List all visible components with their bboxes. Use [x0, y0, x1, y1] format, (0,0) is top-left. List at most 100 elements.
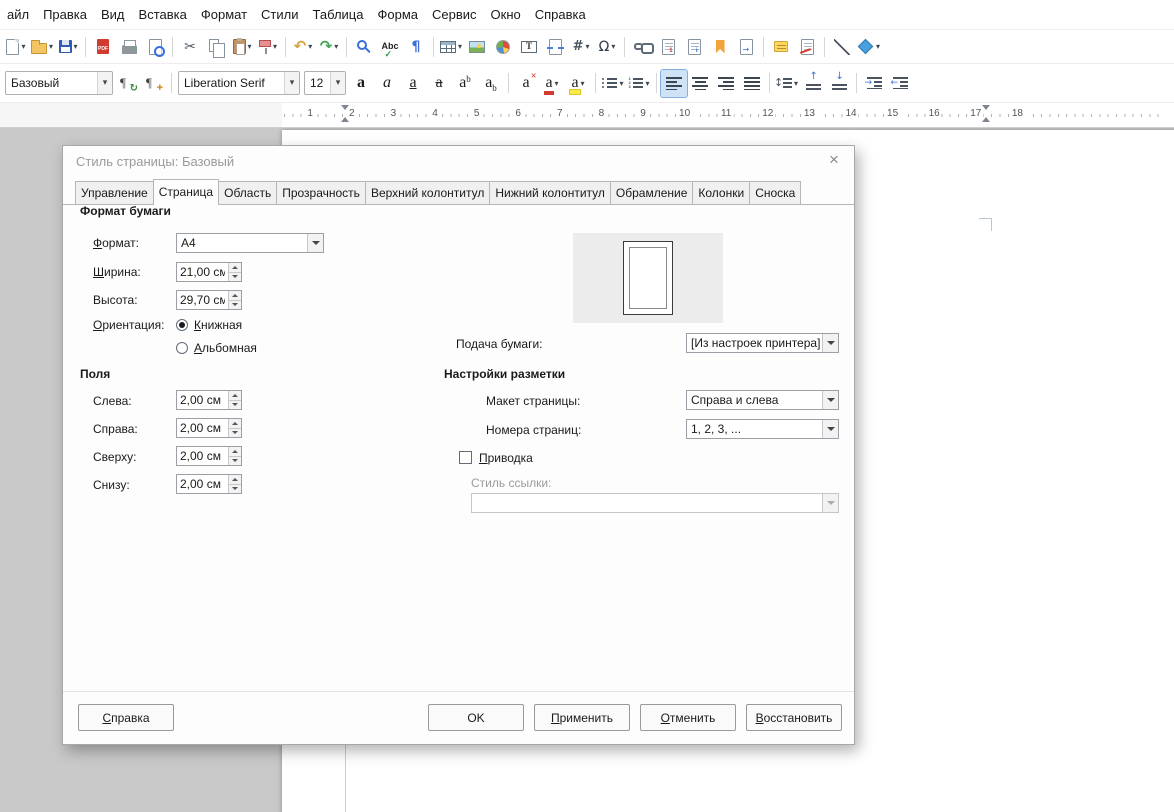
landscape-radio[interactable]	[176, 342, 188, 354]
insert-bookmark-button[interactable]	[707, 33, 733, 60]
margin-top-input[interactable]	[177, 447, 228, 465]
spin-down-icon[interactable]	[229, 299, 241, 309]
dropdown-arrow-icon[interactable]: ▾	[458, 42, 462, 51]
chevron-down-icon[interactable]	[307, 234, 323, 252]
update-style-button[interactable]	[115, 70, 141, 97]
spin-down-icon[interactable]	[229, 455, 241, 465]
dropdown-arrow-icon[interactable]: ▾	[248, 42, 252, 51]
insert-field-button[interactable]: # ▾	[568, 33, 594, 60]
reset-button[interactable]: Восстановить	[746, 704, 842, 731]
font-color-button[interactable]: а ▾	[539, 70, 565, 97]
dropdown-arrow-icon[interactable]: ▾	[97, 72, 112, 94]
menu-item[interactable]: айл	[0, 3, 36, 26]
menu-item[interactable]: Вид	[94, 3, 132, 26]
dropdown-arrow-icon[interactable]: ▾	[334, 42, 338, 51]
paragraph-style-combo[interactable]: Базовый ▾	[5, 71, 113, 95]
spin-up-icon[interactable]	[229, 447, 241, 456]
dialog-tab[interactable]: Прозрачность	[276, 181, 366, 204]
underline-button[interactable]: а	[400, 70, 426, 97]
insert-cross-reference-button[interactable]	[733, 33, 759, 60]
help-button[interactable]: Справка	[78, 704, 174, 731]
dropdown-arrow-icon[interactable]: ▾	[49, 42, 53, 51]
italic-button[interactable]: а	[374, 70, 400, 97]
track-changes-button[interactable]	[794, 33, 820, 60]
dropdown-arrow-icon[interactable]: ▾	[585, 42, 589, 51]
dropdown-arrow-icon[interactable]: ▾	[581, 79, 585, 88]
dropdown-arrow-icon[interactable]: ▾	[611, 42, 615, 51]
dropdown-arrow-icon[interactable]: ▾	[876, 42, 880, 51]
formatting-marks-button[interactable]: ¶	[403, 33, 429, 60]
insert-textbox-button[interactable]	[516, 33, 542, 60]
copy-button[interactable]	[203, 33, 229, 60]
dialog-tab[interactable]: Страница	[152, 179, 220, 205]
increase-paragraph-spacing-button[interactable]	[800, 70, 826, 97]
margin-right-spinner[interactable]	[176, 418, 242, 438]
margin-left-input[interactable]	[177, 391, 228, 409]
menu-item[interactable]: Вставка	[132, 3, 194, 26]
spin-up-icon[interactable]	[229, 419, 241, 428]
print-button[interactable]	[116, 33, 142, 60]
redo-button[interactable]: ↷ ▾	[316, 33, 342, 60]
menu-item[interactable]: Справка	[528, 3, 593, 26]
indent-marker-left[interactable]	[340, 105, 349, 126]
dropdown-arrow-icon[interactable]: ▾	[273, 42, 277, 51]
menu-item[interactable]: Стили	[254, 3, 305, 26]
spin-up-icon[interactable]	[229, 291, 241, 300]
dropdown-arrow-icon[interactable]: ▾	[794, 79, 798, 88]
insert-image-button[interactable]	[464, 33, 490, 60]
dialog-tab[interactable]: Область	[218, 181, 278, 204]
insert-comment-button[interactable]	[768, 33, 794, 60]
dialog-tab[interactable]: Обрамление	[609, 181, 694, 204]
align-left-button[interactable]	[660, 68, 688, 98]
font-name-combo[interactable]: Liberation Serif ▾	[178, 71, 300, 95]
margin-left-spinner[interactable]	[176, 390, 242, 410]
line-spacing-button[interactable]: ▾	[774, 70, 800, 97]
paper-format-select[interactable]: A4	[176, 233, 324, 253]
dialog-tab[interactable]: Колонки	[692, 181, 751, 204]
page-numbers-select[interactable]: 1, 2, 3, ...	[686, 419, 839, 439]
align-right-button[interactable]	[713, 70, 739, 97]
chevron-down-icon[interactable]	[822, 391, 838, 409]
dropdown-arrow-icon[interactable]: ▾	[619, 79, 623, 88]
dropdown-arrow-icon[interactable]: ▾	[330, 72, 345, 94]
dialog-tab[interactable]: Нижний колонтитул	[489, 181, 611, 204]
insert-endnote-button[interactable]	[681, 33, 707, 60]
chevron-down-icon[interactable]	[822, 334, 838, 352]
insert-hyperlink-button[interactable]	[629, 33, 655, 60]
apply-button[interactable]: Применить	[534, 704, 630, 731]
chevron-down-icon[interactable]	[822, 420, 838, 438]
strikethrough-button[interactable]: а	[426, 70, 452, 97]
width-spinner[interactable]	[176, 262, 242, 282]
undo-button[interactable]: ↶ ▾	[290, 33, 316, 60]
decrease-indent-button[interactable]	[887, 70, 913, 97]
close-icon[interactable]: ×	[824, 150, 844, 170]
spin-down-icon[interactable]	[229, 399, 241, 409]
print-preview-button[interactable]	[142, 33, 168, 60]
spelling-button[interactable]: Abc	[377, 33, 403, 60]
clear-formatting-button[interactable]: а	[513, 70, 539, 97]
menu-item[interactable]: Формат	[194, 3, 254, 26]
menu-item[interactable]: Правка	[36, 3, 94, 26]
insert-footnote-button[interactable]	[655, 33, 681, 60]
dialog-tab[interactable]: Верхний колонтитул	[364, 181, 491, 204]
paper-tray-select[interactable]: [Из настроек принтера]	[686, 333, 839, 353]
ok-button[interactable]: OK	[428, 704, 524, 731]
insert-special-character-button[interactable]: Ω ▾	[594, 33, 620, 60]
ordered-list-button[interactable]: ▾	[626, 70, 652, 97]
dialog-tab[interactable]: Управление	[75, 181, 154, 204]
cut-button[interactable]: ✂	[177, 33, 203, 60]
cancel-button[interactable]: Отменить	[640, 704, 736, 731]
align-justify-button[interactable]	[739, 70, 765, 97]
superscript-button[interactable]: а	[452, 70, 478, 97]
dropdown-arrow-icon[interactable]: ▾	[555, 79, 559, 88]
spin-down-icon[interactable]	[229, 427, 241, 437]
paste-button[interactable]: ▾	[229, 33, 255, 60]
register-true-checkbox[interactable]	[459, 451, 472, 464]
subscript-button[interactable]: а	[478, 70, 504, 97]
indent-marker-right[interactable]	[981, 105, 990, 126]
spin-up-icon[interactable]	[229, 475, 241, 484]
dialog-tab[interactable]: Сноска	[749, 181, 802, 204]
new-document-button[interactable]: ▾	[3, 33, 29, 60]
height-spinner[interactable]	[176, 290, 242, 310]
dropdown-arrow-icon[interactable]: ▾	[308, 42, 312, 51]
